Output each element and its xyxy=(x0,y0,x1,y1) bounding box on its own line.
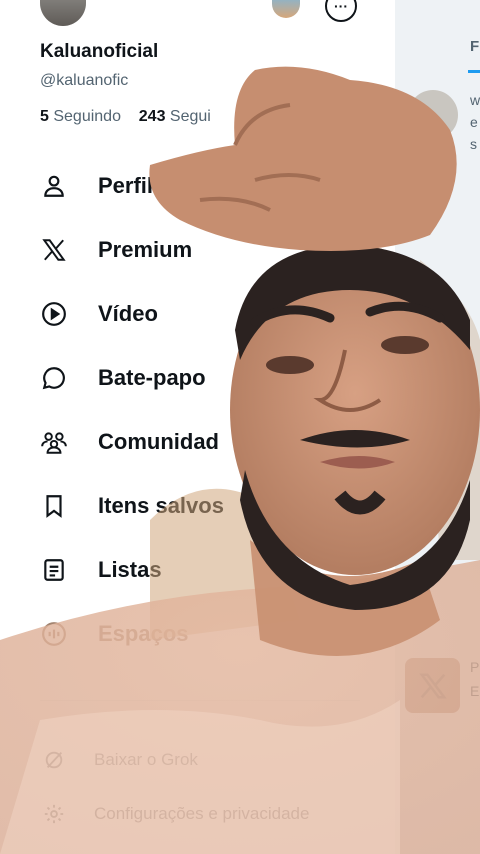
display-name[interactable]: Kaluanoficial xyxy=(40,41,158,63)
menu-item-communities[interactable]: Comunidad xyxy=(40,422,370,462)
following-link[interactable]: 5 Seguindo xyxy=(40,108,121,125)
menu-label: Vídeo xyxy=(98,301,158,326)
feed-tab[interactable]: F xyxy=(470,38,479,55)
bookmark-icon xyxy=(40,492,68,520)
menu-label: Comunidad xyxy=(98,429,219,454)
feed-post-text: w xyxy=(470,92,480,108)
menu-item-lists[interactable]: Listas xyxy=(40,550,370,590)
download-grok-item[interactable]: Baixar o Grok xyxy=(40,745,370,775)
menu-label: Bate-papo xyxy=(98,365,206,390)
followers-link[interactable]: 243 Segui xyxy=(139,108,211,125)
account-switch-avatar[interactable] xyxy=(272,0,300,18)
chat-bubble-icon xyxy=(40,364,68,392)
menu-label: Listas xyxy=(98,557,162,582)
menu-label: Itens salvos xyxy=(98,493,224,518)
menu-item-premium[interactable]: Premium xyxy=(40,230,370,270)
play-icon xyxy=(40,300,68,328)
menu-item-bookmarks[interactable]: Itens salvos xyxy=(40,486,370,526)
gear-icon xyxy=(40,800,68,828)
menu-item-profile[interactable]: Perfil xyxy=(40,166,370,206)
user-handle: @kaluanofic xyxy=(40,72,129,89)
more-options-button[interactable]: ··· xyxy=(325,0,357,22)
feed-post-text: e xyxy=(470,114,478,130)
feed-x-logo-icon xyxy=(405,658,460,713)
feed-post-text: s xyxy=(470,136,477,152)
profile-avatar[interactable] xyxy=(40,0,86,26)
feed-tab-indicator xyxy=(468,70,480,73)
menu-label: Espaços xyxy=(98,621,189,646)
menu-item-chat[interactable]: Bate-papo xyxy=(40,358,370,398)
follow-stats: 5 Seguindo 243 Segui xyxy=(40,108,211,126)
navigation-drawer: ··· Kaluanoficial @kaluanofic 5 Seguindo… xyxy=(0,0,395,854)
communities-icon xyxy=(40,428,68,456)
menu-item-spaces[interactable]: Espaços xyxy=(40,614,370,654)
menu-divider xyxy=(40,700,360,701)
settings-privacy-item[interactable]: Configurações e privacidade xyxy=(40,799,370,829)
x-logo-icon xyxy=(40,236,68,264)
download-grok-label: Baixar o Grok xyxy=(94,750,198,769)
list-icon xyxy=(40,556,68,584)
menu-label: Perfil xyxy=(98,173,154,198)
feed-post-text: P xyxy=(470,659,480,675)
feed-post-avatar[interactable] xyxy=(408,90,458,140)
settings-privacy-label: Configurações e privacidade xyxy=(94,804,310,823)
feed-post-text: E xyxy=(470,683,480,699)
menu-label: Premium xyxy=(98,237,193,262)
ellipsis-icon: ··· xyxy=(334,0,348,14)
grok-icon xyxy=(40,746,68,774)
menu-item-video[interactable]: Vídeo xyxy=(40,294,370,334)
person-icon xyxy=(40,172,68,200)
spaces-icon xyxy=(40,620,68,648)
